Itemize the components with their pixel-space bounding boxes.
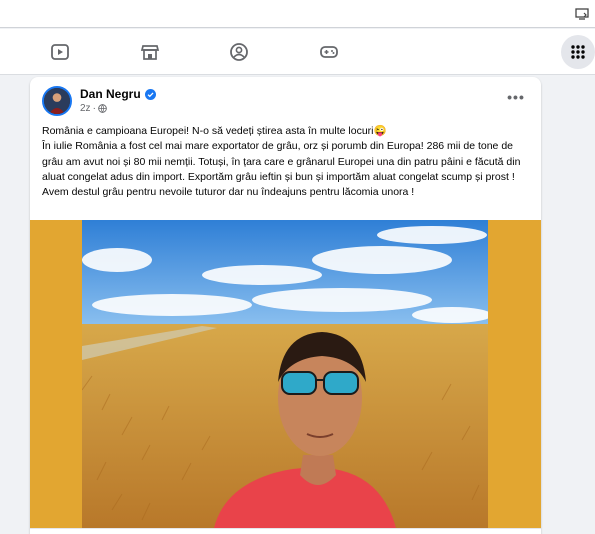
globe-icon [98,104,107,113]
top-navigation [0,29,595,75]
marketplace-icon [140,45,160,60]
meta-separator: · [92,103,96,114]
post-media[interactable] [30,220,541,528]
author-name[interactable]: Dan Negru [80,87,141,101]
cast-icon[interactable] [575,8,589,20]
feed-post: Dan Negru 2z · ••• România e campioana E… [30,77,541,534]
verified-badge-icon [144,88,156,100]
tab-video[interactable] [43,37,77,67]
apps-menu-button[interactable] [561,35,595,69]
post-author: Dan Negru [80,87,156,101]
profile-photo-icon [44,88,70,114]
post-meta: 2z · [80,103,107,114]
wheat-field-selfie-photo [82,220,488,528]
apps-grid-icon [571,45,585,59]
tab-gaming[interactable] [312,37,346,67]
groups-icon [230,43,248,61]
post-text: România e campioana Europei! N-o să vede… [42,124,534,200]
post-photo [82,220,488,528]
browser-toolbar [0,0,595,28]
reaction-summary[interactable] [30,528,541,534]
post-timestamp[interactable]: 2z [80,103,91,114]
video-icon [51,44,69,60]
post-options-button[interactable]: ••• [505,89,527,105]
avatar[interactable] [42,86,72,116]
tab-groups[interactable] [222,37,256,67]
post-text-line: România e campioana Europei! N-o să vede… [42,125,387,137]
tab-marketplace[interactable] [133,37,167,67]
gaming-icon [320,46,338,58]
post-text-paragraph: În iulie România a fost cel mai mare exp… [42,140,521,199]
